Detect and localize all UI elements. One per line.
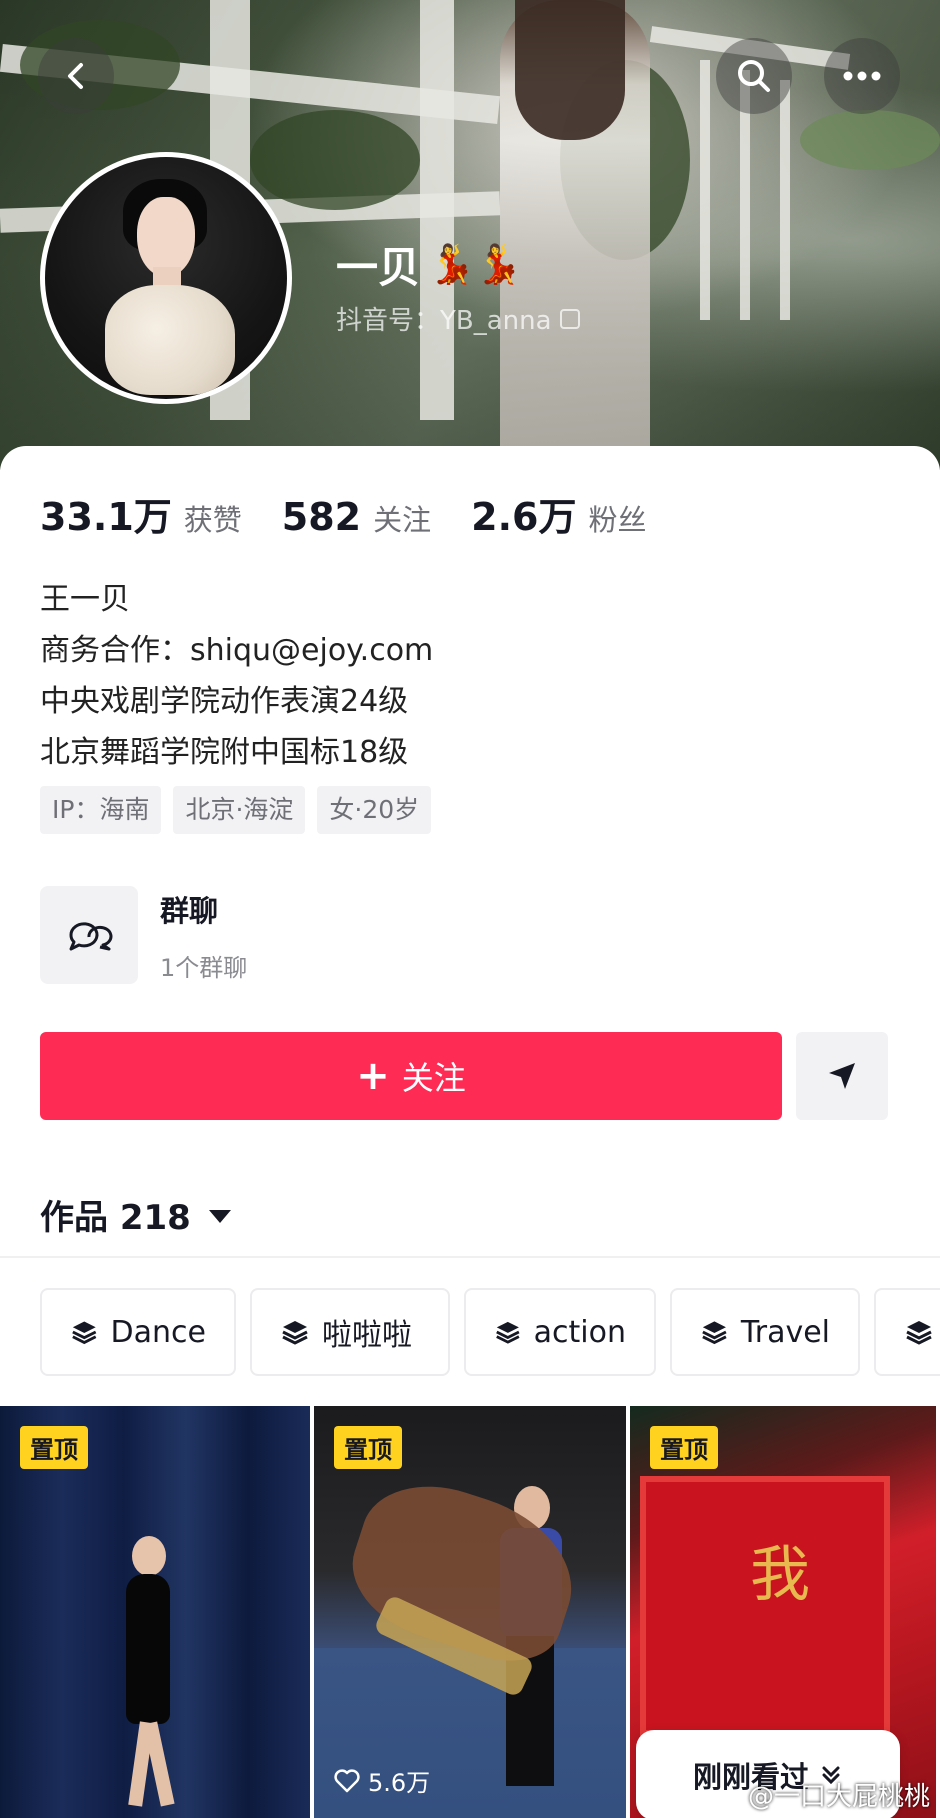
back-button[interactable] <box>38 38 114 114</box>
copy-icon[interactable] <box>559 308 580 329</box>
collection-chip-dance[interactable]: Dance <box>40 1288 236 1376</box>
layers-icon <box>72 1321 97 1345</box>
stats-row: 33.1万 获赞 582 关注 2.6万 粉丝 <box>40 486 686 541</box>
tag-ip: IP：海南 <box>40 786 162 834</box>
follow-button[interactable]: + 关注 <box>40 1032 782 1120</box>
foliage <box>250 110 420 210</box>
pinned-badge: 置顶 <box>334 1426 402 1469</box>
douyin-id-text: 抖音号：YB_anna <box>336 306 552 336</box>
message-button[interactable] <box>796 1032 888 1120</box>
profile-name: 一贝 💃💃 <box>336 234 523 295</box>
collection-chip-label: 啦啦啦 <box>322 1318 412 1353</box>
dancer-emoji: 💃💃 <box>428 242 523 286</box>
works-label: 作品 218 <box>40 1198 191 1238</box>
more-button[interactable] <box>824 38 900 114</box>
video-tile[interactable]: 置顶 <box>0 1406 310 1818</box>
stat-following[interactable]: 582 关注 <box>282 495 431 539</box>
bio: 王一贝 商务合作：shiqu@ejoy.com 中央戏剧学院动作表演24级 北京… <box>40 574 433 778</box>
layers-icon <box>906 1321 932 1345</box>
send-arrow-icon <box>829 1063 855 1089</box>
layers-icon <box>282 1321 308 1345</box>
stat-likes-label: 获赞 <box>183 503 242 537</box>
layers-icon <box>702 1321 727 1345</box>
banner-person-hair <box>515 0 625 140</box>
pinned-badge: 置顶 <box>650 1426 718 1469</box>
collection-chips: Dance 啦啦啦 action Travel <box>40 1288 940 1376</box>
group-chat-title: 群聊 <box>160 893 219 928</box>
fence-decoration <box>700 60 710 320</box>
douyin-id[interactable]: 抖音号：YB_anna <box>336 300 580 337</box>
plus-icon: + <box>356 1053 390 1099</box>
bio-line: 商务合作：shiqu@ejoy.com <box>40 633 434 668</box>
like-count: 5.6万 <box>334 1763 430 1798</box>
caret-down-icon <box>208 1210 231 1223</box>
heart-outline-icon <box>334 1768 360 1792</box>
collection-chip-label: action <box>533 1314 626 1350</box>
stat-following-label: 关注 <box>373 503 432 537</box>
bio-line: 中央戏剧学院动作表演24级 <box>40 684 409 719</box>
like-count-text: 5.6万 <box>368 1769 431 1797</box>
video-tile[interactable]: 置顶 5.6万 <box>314 1406 626 1818</box>
avatar-image <box>45 157 287 399</box>
group-chat-entry[interactable]: 群聊 1个群聊 <box>40 886 247 984</box>
stat-likes[interactable]: 33.1万 获赞 <box>40 486 242 541</box>
profile-tags: IP：海南 北京·海淀 女·20岁 <box>40 786 432 834</box>
bio-line: 北京舞蹈学院附中国标18级 <box>40 735 409 770</box>
foliage <box>800 110 940 170</box>
bio-line: 王一贝 <box>40 582 130 617</box>
fence-decoration <box>780 80 790 320</box>
search-icon <box>738 60 770 92</box>
collection-chip-travel[interactable]: Travel <box>670 1288 860 1376</box>
fence-decoration <box>420 0 454 420</box>
divider <box>0 1256 940 1258</box>
tag-location: 北京·海淀 <box>173 786 306 834</box>
collection-chip-more[interactable] <box>874 1288 940 1376</box>
collection-chip-label: Travel <box>740 1314 830 1350</box>
tag-gender-age: 女·20岁 <box>317 786 432 834</box>
watermark: @一口大屁桃桃 <box>748 1782 931 1812</box>
layers-icon <box>496 1321 520 1344</box>
pinned-badge: 置顶 <box>20 1426 88 1469</box>
more-dots-icon <box>843 71 881 81</box>
works-tab[interactable]: 作品 218 <box>40 1190 231 1239</box>
stat-followers[interactable]: 2.6万 粉丝 <box>471 486 646 541</box>
profile-name-text: 一贝 <box>336 243 421 292</box>
video-thumbnail-calligraphy: 我 <box>750 1540 810 1610</box>
stat-followers-value: 2.6万 <box>471 495 577 539</box>
avatar[interactable] <box>40 152 292 404</box>
chat-bubbles-icon <box>69 922 113 951</box>
stat-followers-label: 粉丝 <box>588 503 647 537</box>
group-chat-subtitle: 1个群聊 <box>160 953 248 982</box>
collection-chip-action[interactable]: action <box>464 1288 656 1376</box>
group-chat-icon-box <box>40 886 138 984</box>
video-thumbnail-figure <box>118 1536 178 1807</box>
stat-following-value: 582 <box>281 495 362 539</box>
collection-chip-label: Dance <box>110 1314 206 1350</box>
follow-button-label: 关注 <box>401 1059 466 1097</box>
chevron-left-icon <box>68 63 83 89</box>
stat-likes-value: 33.1万 <box>40 495 172 539</box>
search-button[interactable] <box>716 38 792 114</box>
collection-chip-lalala[interactable]: 啦啦啦 <box>250 1288 450 1376</box>
